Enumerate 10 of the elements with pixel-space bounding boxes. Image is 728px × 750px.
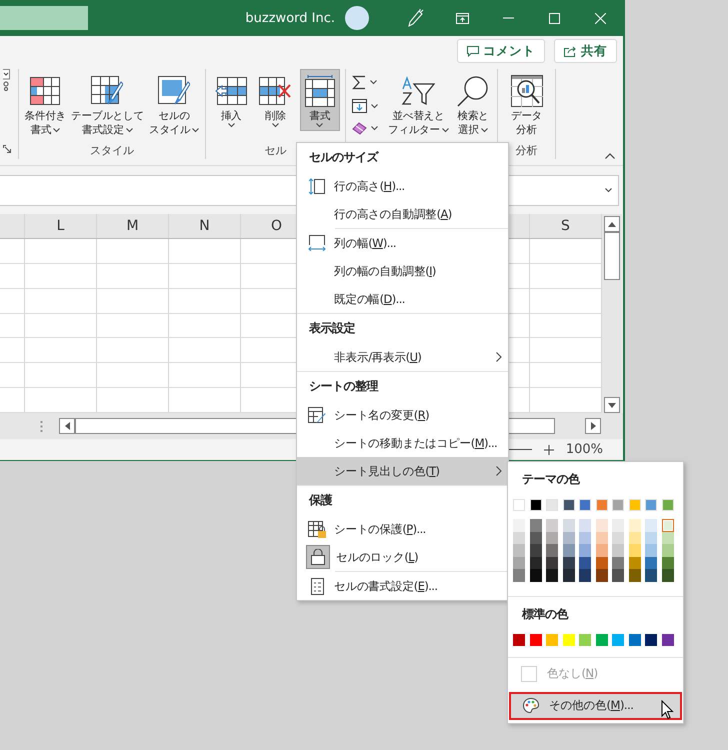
account-name: buzzword Inc. <box>245 10 335 26</box>
menu-section-header: 標準の色 <box>520 606 570 623</box>
group-label: セル <box>264 144 286 157</box>
menu-section-header: 保護 <box>308 492 334 509</box>
group-label: 分析 <box>516 144 538 157</box>
menu-section-header: シートの整理 <box>308 378 380 395</box>
menu-section-header: セルのサイズ <box>308 149 380 166</box>
group-label: スタイル <box>90 144 134 157</box>
menu-section-header: テーマの色 <box>521 471 581 488</box>
menu-section-header: 表示設定 <box>308 320 356 337</box>
